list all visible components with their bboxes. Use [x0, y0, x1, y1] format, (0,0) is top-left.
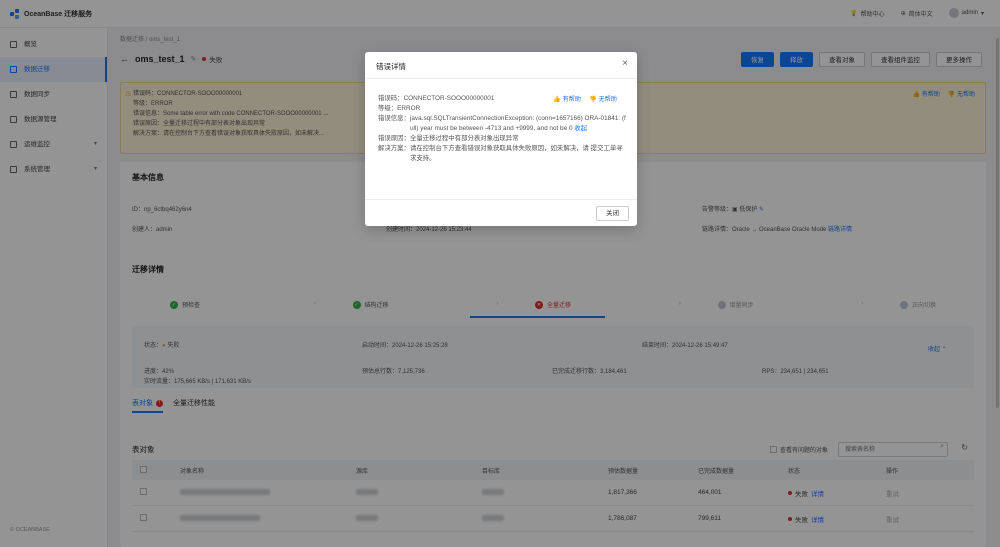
modal-header: 错误详情 × [365, 52, 637, 79]
error-level-label: 等级： [378, 105, 398, 112]
modal-title: 错误详情 [376, 62, 406, 71]
solution-row: 解决方案： 请在控制台下方查看错误对象获取具体失败原因，如未解决，请 提交工单寻求… [378, 144, 628, 164]
modal-body: 错误码： CONNECTOR-SOOO00000001 等级： ERROR 错误信息… [378, 94, 628, 164]
close-button[interactable]: 关闭 [596, 206, 629, 221]
error-reason-row: 错误原因： 全量迁移过程中有部分表对象出现异常 [378, 134, 628, 144]
error-info-text: java.sql.SQLTransientConnectionException… [409, 115, 626, 132]
error-level-row: 等级： ERROR [378, 104, 628, 114]
error-detail-modal: 错误详情 × 👍 有帮助 👎 无帮助 错误码： CONNECTOR-SOOO000… [365, 52, 637, 226]
error-reason-label: 错误原因： [378, 135, 410, 142]
error-code-label: 错误码： [378, 95, 404, 102]
solution-label: 解决方案： [378, 145, 410, 152]
error-info-row: 错误信息： java.sql.SQLTransientConnectionExce… [378, 114, 628, 134]
error-info-label: 错误信息： [378, 115, 410, 122]
collapse-link[interactable]: 收起 [574, 125, 587, 132]
solution-value: 请在控制台下方查看错误对象获取具体失败原因，如未解决，请 提交工单寻求支持。 [409, 145, 623, 162]
error-reason-value: 全量迁移过程中有部分表对象出现异常 [409, 135, 519, 142]
error-code-value: CONNECTOR-SOOO00000001 [403, 95, 495, 102]
error-info-value: java.sql.SQLTransientConnectionException… [410, 114, 628, 134]
error-level-value: ERROR [397, 105, 421, 112]
modal-footer: 关闭 [365, 199, 637, 226]
close-icon[interactable]: × [622, 58, 628, 69]
error-code-row: 错误码： CONNECTOR-SOOO00000001 [378, 94, 628, 104]
